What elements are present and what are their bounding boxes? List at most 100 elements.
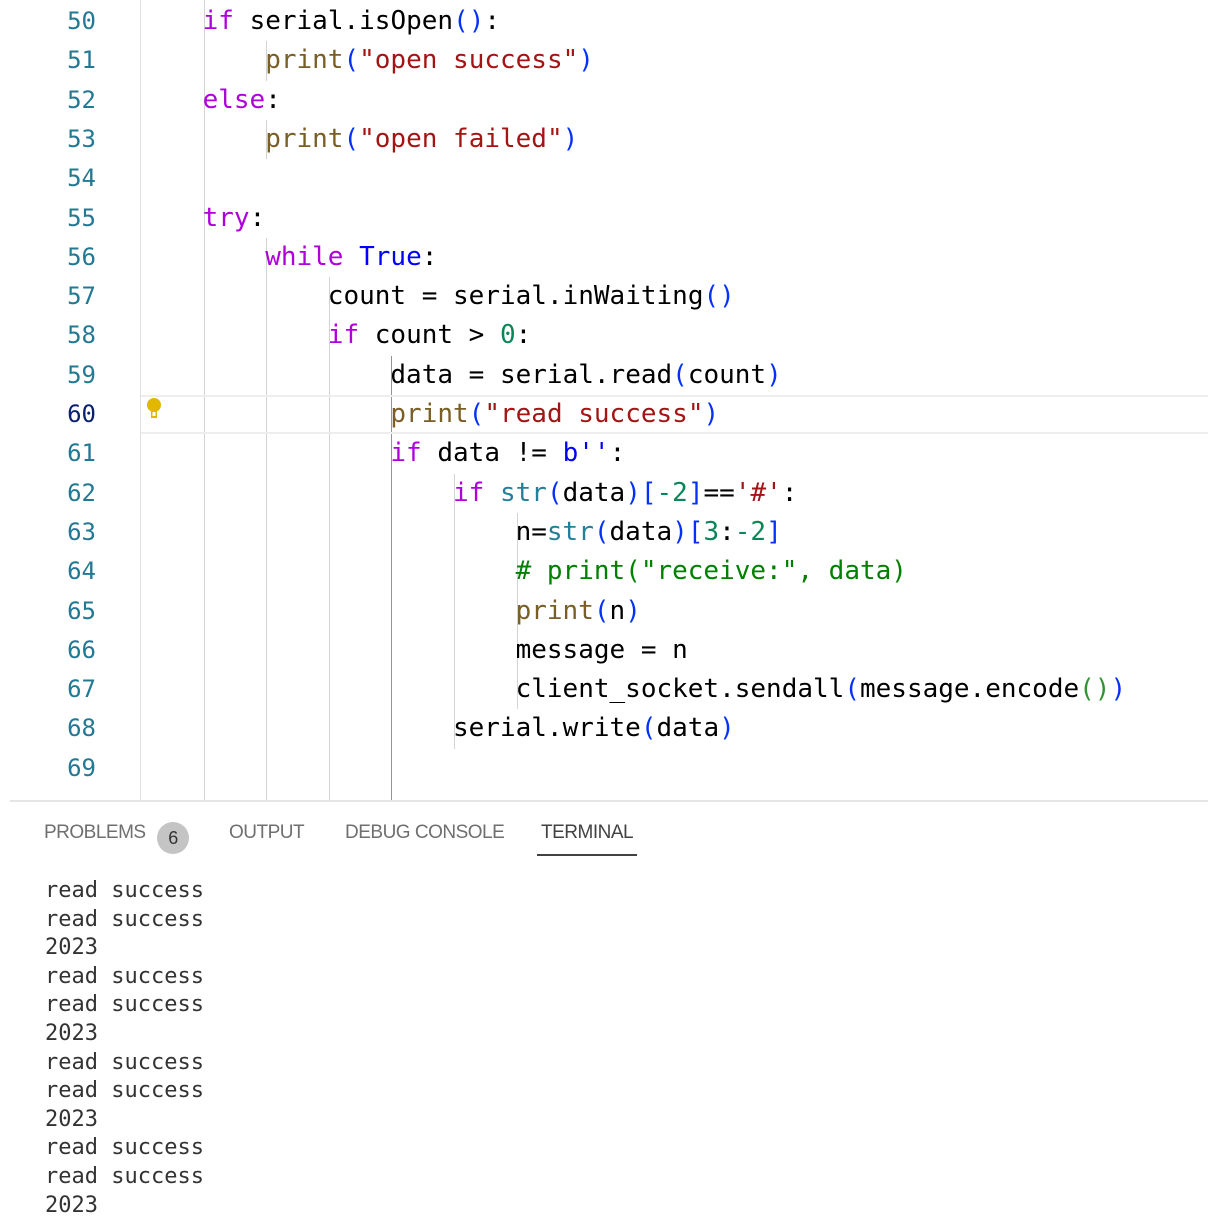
code-token: ) xyxy=(1094,674,1111,705)
code-token: ) xyxy=(719,281,735,312)
code-token: ( xyxy=(343,123,360,154)
code-line[interactable]: 55 try: xyxy=(0,199,1208,238)
code-line[interactable]: 60 print("read success") xyxy=(0,395,1208,434)
code-text: n=str(data)[3:-2] xyxy=(516,513,782,552)
panel-divider[interactable] xyxy=(10,800,1208,802)
code-text: while True: xyxy=(265,238,437,277)
code-text: else: xyxy=(203,81,281,120)
code-token: ( xyxy=(593,595,610,626)
code-token: n xyxy=(609,595,626,626)
code-line[interactable]: 65 print(n) xyxy=(0,592,1208,631)
code-line[interactable]: 54 xyxy=(0,159,1208,198)
line-number: 55 xyxy=(67,203,96,232)
code-token: if xyxy=(453,477,500,508)
code-text: # print("receive:", data) xyxy=(516,552,907,591)
tab-output[interactable]: OUTPUT xyxy=(229,822,305,844)
code-token: ) xyxy=(1110,674,1127,705)
code-line[interactable]: 63 n=str(data)[3:-2] xyxy=(0,513,1208,552)
code-line[interactable]: 68 serial.write(data) xyxy=(0,709,1208,748)
tab-label: PROBLEMS xyxy=(44,822,146,843)
code-line[interactable]: 64 # print("receive:", data) xyxy=(0,552,1208,591)
code-line[interactable]: 58 if count > 0: xyxy=(0,316,1208,355)
line-number: 50 xyxy=(67,7,96,35)
line-number: 64 xyxy=(67,557,96,586)
code-token: ( xyxy=(1079,674,1095,705)
line-number: 58 xyxy=(67,321,96,350)
terminal-line: 2023 xyxy=(45,935,98,961)
code-token: count = serial.inWaiting xyxy=(327,281,704,312)
lightbulb-icon[interactable] xyxy=(147,398,161,420)
line-number: 61 xyxy=(67,439,96,468)
code-line[interactable]: 52 else: xyxy=(0,81,1208,120)
code-token: : xyxy=(719,516,735,547)
line-number: 52 xyxy=(67,85,96,114)
line-number: 59 xyxy=(67,360,96,389)
code-line[interactable]: 69 xyxy=(0,749,1208,788)
code-token: -2 xyxy=(734,516,767,547)
code-token: ) xyxy=(766,359,782,390)
code-text: message = n xyxy=(516,631,688,670)
tab-debug-console[interactable]: DEBUG CONSOLE xyxy=(345,822,505,844)
code-token: serial.isOpen xyxy=(249,6,454,36)
code-text: if count > 0: xyxy=(328,316,532,355)
code-token: '#' xyxy=(734,477,782,508)
code-editor[interactable]: 50 if serial.isOpen (): 51 print ( "open succe… xyxy=(0,0,1208,800)
code-token: : xyxy=(484,6,501,36)
terminal-line: read success xyxy=(45,1049,204,1075)
tab-terminal[interactable]: TERMINAL xyxy=(536,822,638,856)
line-number: 65 xyxy=(67,596,96,625)
code-line[interactable]: 57 count = serial.inWaiting() xyxy=(0,277,1208,316)
code-token: : xyxy=(781,477,798,508)
problems-count-badge: 6 xyxy=(157,822,189,854)
code-token: "open success" xyxy=(359,45,579,76)
code-token: n= xyxy=(515,516,547,547)
code-token: ( xyxy=(672,359,688,390)
code-token: ) xyxy=(468,6,485,36)
code-line[interactable]: 59 data = serial.read(count) xyxy=(0,356,1208,395)
code-text: print("read success") xyxy=(390,395,719,434)
code-token: ) xyxy=(578,45,594,76)
code-text: print("open failed") xyxy=(265,120,578,159)
code-token: 0 xyxy=(500,320,516,351)
code-token: if xyxy=(202,6,250,36)
terminal-line: read success xyxy=(45,1163,204,1189)
code-line[interactable]: 56 while True: xyxy=(0,238,1208,277)
code-text: if str(data)[-2]=='#': xyxy=(453,474,797,513)
code-line[interactable]: 51 print("open success") xyxy=(0,41,1208,80)
code-token: # print("receive:", data) xyxy=(515,556,907,587)
code-text: try: xyxy=(203,199,266,238)
terminal-output[interactable]: read success read success 2023 read success… xyxy=(45,877,204,1220)
code-text: print(n) xyxy=(516,592,641,631)
code-line[interactable]: 66 message = n xyxy=(0,631,1208,670)
code-token: : xyxy=(421,241,438,272)
code-token: print xyxy=(265,45,344,76)
code-token: ) xyxy=(703,399,720,429)
code-token: str xyxy=(499,477,547,508)
code-token: data xyxy=(609,516,673,547)
code-token: count xyxy=(687,359,767,390)
code-token: b'' xyxy=(562,438,610,469)
code-line[interactable]: 61 if data != b'': xyxy=(0,434,1208,473)
code-line[interactable]: 53 print("open failed") xyxy=(0,120,1208,159)
code-token: data != xyxy=(437,438,563,469)
code-token: 3 xyxy=(703,516,720,547)
terminal-line: read success xyxy=(45,1078,204,1104)
code-line[interactable]: 62 if str(data)[-2]=='#': xyxy=(0,474,1208,513)
code-text: client_socket.sendall(message.encode()) xyxy=(516,670,1127,709)
line-number: 53 xyxy=(67,124,96,153)
code-token: str xyxy=(546,516,594,547)
code-token: ( xyxy=(640,713,657,744)
code-token: -2 xyxy=(656,477,688,508)
line-number: 56 xyxy=(67,242,96,271)
code-line[interactable]: 50 if serial.isOpen(): xyxy=(0,2,1208,41)
code-token: == xyxy=(703,477,735,508)
tab-problems[interactable]: PROBLEMS 6 xyxy=(44,822,189,854)
code-text: count = serial.inWaiting() xyxy=(328,277,735,316)
line-number: 66 xyxy=(67,635,96,664)
code-token: "read success" xyxy=(484,399,704,429)
code-token: data xyxy=(562,477,626,508)
code-line[interactable]: 67 client_socket.sendall(message.encode()… xyxy=(0,670,1208,709)
code-token: data xyxy=(656,713,720,744)
code-token: : xyxy=(249,202,266,233)
line-number: 51 xyxy=(67,46,96,75)
